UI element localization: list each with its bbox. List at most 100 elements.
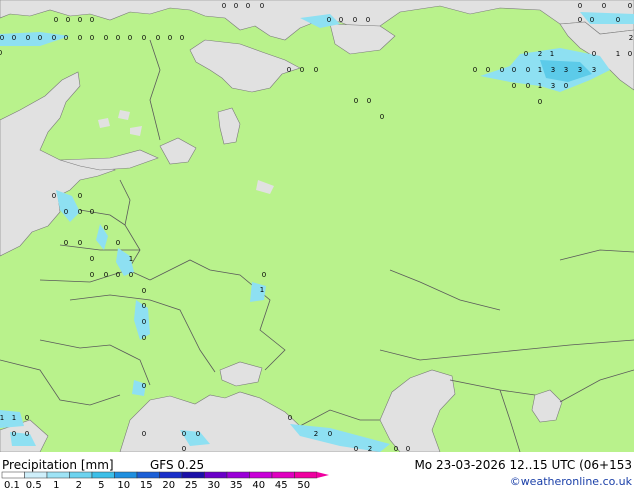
precip-value: 0 (234, 2, 238, 10)
scale-label: 2 (76, 480, 82, 490)
scale-label: 1 (53, 480, 59, 490)
scale-swatch (181, 471, 205, 479)
scale-swatch (91, 471, 115, 479)
precip-value: 0 (26, 34, 30, 42)
precip-value: 3 (578, 66, 582, 74)
precip-value: 0 (142, 382, 146, 390)
precip-value: 2 (368, 445, 372, 452)
precip-value: 1 (538, 66, 542, 74)
scale-label: 5 (98, 480, 104, 490)
precip-value: 0 (222, 2, 226, 10)
legend-svg: Precipitation [mm] GFS 0.25 Mo 23-03-202… (1, 458, 633, 491)
precip-value: 0 (90, 16, 94, 24)
precip-value: 0 (142, 287, 146, 295)
color-scale-labels: 0.1 0.5 1 2 5 10 15 20 25 30 35 40 45 50 (4, 480, 310, 491)
precip-value: 0 (142, 334, 146, 342)
precip-value: 2 (629, 34, 633, 42)
color-scale (1, 471, 329, 479)
precip-value: 0 (526, 66, 530, 74)
precip-value: 0 (54, 16, 58, 24)
precip-value: 0 (354, 445, 358, 452)
precip-value: 1 (550, 50, 554, 58)
precip-value: 0 (287, 66, 291, 74)
credit-text: ©weatheronline.co.uk (510, 475, 633, 488)
precip-value: 0 (78, 34, 82, 42)
precip-value: 0 (66, 16, 70, 24)
precip-value: 0 (262, 271, 266, 279)
valid-datetime: Mo 23-03-2026 12..15 UTC (06+153 (414, 458, 632, 472)
precip-value: 0 (602, 2, 606, 10)
precip-value: 0 (64, 34, 68, 42)
map-canvas: 0000000000000000000000000000000002002101… (0, 0, 634, 453)
precip-value: 0 (328, 430, 332, 438)
precip-value: 0 (156, 34, 160, 42)
precip-value: 0 (578, 16, 582, 24)
precip-value: 0 (616, 16, 620, 24)
precip-value: 0 (104, 224, 108, 232)
precip-value: 0 (25, 430, 29, 438)
precip-value: 1 (12, 414, 16, 422)
precip-value: 1 (0, 414, 4, 422)
scale-label: 50 (297, 480, 310, 490)
precip-value: 3 (592, 66, 596, 74)
precip-value: 2 (314, 430, 318, 438)
precip-value: 0 (142, 302, 146, 310)
scale-swatch (24, 471, 48, 479)
precip-value: 0 (592, 50, 596, 58)
precip-value: 0 (90, 255, 94, 263)
precip-value: 1 (538, 82, 542, 90)
legend-title: Precipitation [mm] (2, 458, 114, 472)
precip-value: 2 (538, 50, 542, 58)
scale-swatch (1, 471, 25, 479)
precip-value: 0 (25, 414, 29, 422)
precip-value: 0 (339, 16, 343, 24)
precip-value: 0 (142, 318, 146, 326)
precip-value: 0 (0, 34, 4, 42)
precip-value: 0 (52, 34, 56, 42)
precip-value: 0 (64, 239, 68, 247)
precip-value: 0 (628, 2, 632, 10)
precip-value: 0 (78, 239, 82, 247)
precip-value: 0 (367, 97, 371, 105)
precip-value: 0 (628, 50, 632, 58)
scale-label: 25 (185, 480, 198, 490)
precip-value: 0 (52, 192, 56, 200)
precip-value: 0 (353, 16, 357, 24)
scale-label: 10 (117, 480, 130, 490)
precip-value: 0 (142, 430, 146, 438)
scale-swatch (136, 471, 160, 479)
precip-value: 0 (524, 50, 528, 58)
scale-swatch (226, 471, 250, 479)
precip-value: 0 (327, 16, 331, 24)
precip-value: 0 (116, 271, 120, 279)
precip-value: 0 (142, 34, 146, 42)
precip-value: 0 (180, 34, 184, 42)
precip-value: 0 (12, 430, 16, 438)
precip-value: 0 (128, 34, 132, 42)
precip-value: 0 (90, 208, 94, 216)
precip-value: 3 (551, 66, 555, 74)
precip-value: 0 (0, 49, 2, 57)
precip-value: 0 (486, 66, 490, 74)
precip-value: 0 (246, 2, 250, 10)
precip-value: 0 (512, 66, 516, 74)
precip-value: 0 (526, 82, 530, 90)
scale-label: 0.1 (4, 480, 20, 490)
scale-swatch (114, 471, 138, 479)
precip-value: 0 (12, 34, 16, 42)
precip-value: 0 (590, 16, 594, 24)
scale-swatch (69, 471, 93, 479)
precip-value: 0 (182, 430, 186, 438)
precip-value: 0 (288, 414, 292, 422)
scale-swatch (271, 471, 295, 479)
precip-value: 0 (500, 66, 504, 74)
precip-value: 0 (564, 82, 568, 90)
precipitation-map: 0000000000000000000000000000000002002101… (0, 0, 634, 453)
precip-value: 0 (116, 239, 120, 247)
precip-value: 0 (90, 271, 94, 279)
scale-swatch (204, 471, 228, 479)
scale-label: 35 (230, 480, 243, 490)
precip-value: 3 (551, 82, 555, 90)
precip-value: 0 (38, 34, 42, 42)
scale-label: 20 (162, 480, 175, 490)
